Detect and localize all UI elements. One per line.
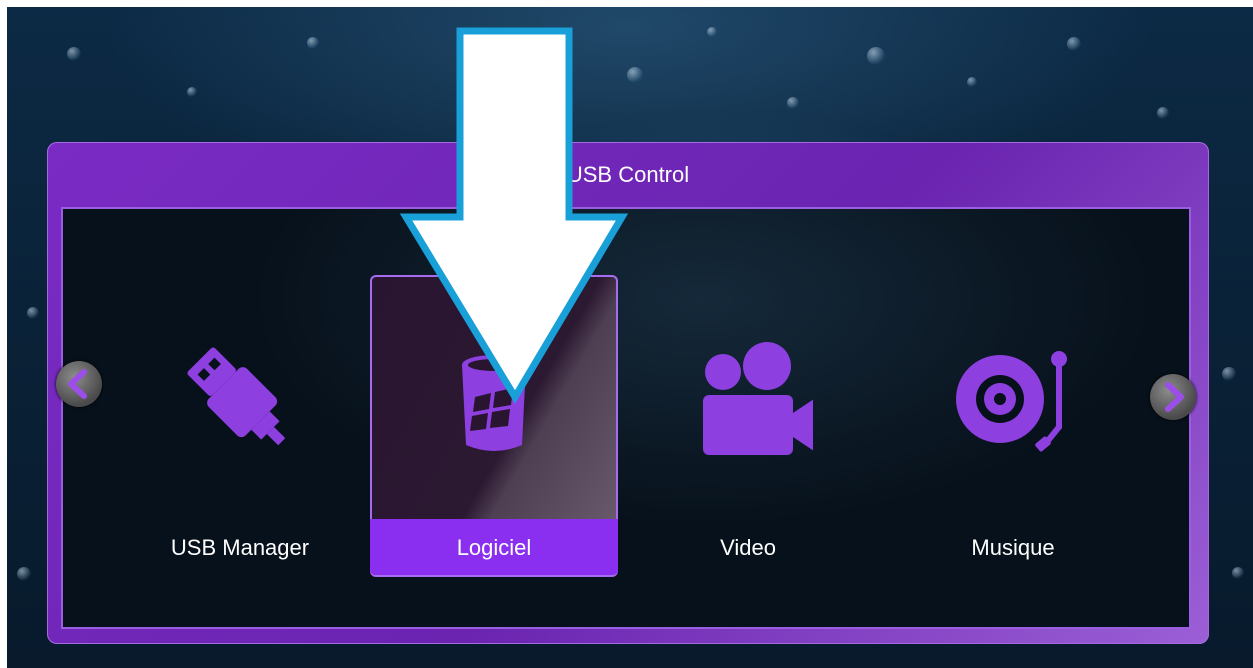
menu-item-label: Logiciel [370, 519, 618, 575]
chevron-left-icon [68, 369, 87, 399]
water-drop [1222, 367, 1236, 381]
menu-item-musique[interactable]: Musique [889, 275, 1137, 577]
down-arrow-annotation-icon [399, 27, 629, 404]
water-drop [27, 307, 39, 319]
water-drop [867, 47, 885, 65]
water-drop [1232, 567, 1244, 579]
water-drop [967, 77, 977, 87]
water-drop [707, 27, 717, 37]
water-drop [787, 97, 799, 109]
menu-item-label: Musique [971, 535, 1055, 560]
chevron-right-icon [1165, 382, 1184, 412]
menu-item-label: USB Manager [170, 535, 310, 560]
menu-item-usb-manager[interactable]: USB Manager [116, 275, 364, 577]
nav-right-button[interactable] [1150, 374, 1196, 420]
menu-item-label: Video [720, 535, 776, 560]
menu-item-video[interactable]: Video [624, 275, 872, 577]
nav-left-button[interactable] [56, 361, 102, 407]
water-drop [187, 87, 197, 97]
water-drop [1067, 37, 1081, 51]
water-drop [1157, 107, 1169, 119]
turntable-icon [956, 351, 1067, 452]
usb-drive-icon [187, 347, 286, 446]
water-drop [307, 37, 319, 49]
water-drop [17, 567, 31, 581]
video-camera-icon [703, 342, 813, 455]
water-drop [67, 47, 81, 61]
